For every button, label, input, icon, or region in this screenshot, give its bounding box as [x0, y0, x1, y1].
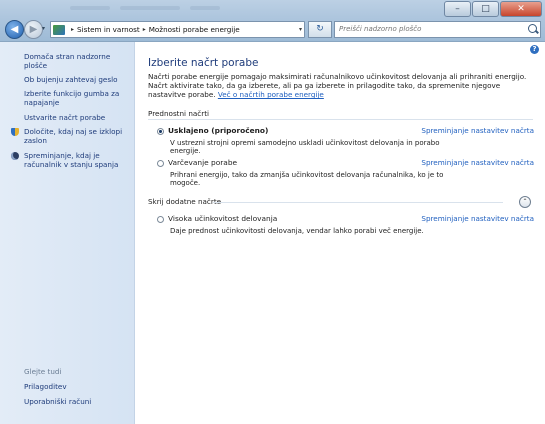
sidebar-link-require-password[interactable]: Ob bujenju zahtevaj geslo	[24, 75, 130, 84]
navigation-bar: ◀ ▶ ▾ ▸ Sistem in varnost ▸ Možnosti por…	[0, 17, 545, 42]
plan-balanced-description: V ustrezni strojni opremi samodejno uskl…	[170, 139, 440, 155]
learn-more-link[interactable]: Več o načrtih porabe energije	[218, 90, 324, 99]
breadcrumb-system-security[interactable]: Sistem in varnost	[77, 25, 140, 34]
intro-text: Načrti porabe energije pomagajo maksimir…	[148, 72, 533, 99]
help-icon[interactable]: ?	[530, 45, 539, 54]
sidebar: Domača stran nadzorne plošče Ob bujenju …	[0, 42, 135, 424]
collapse-chevron-icon[interactable]: ⌃	[519, 196, 531, 208]
moon-icon	[11, 152, 19, 160]
sidebar-link-sleep[interactable]: Spreminjanje, kdaj je računalnik v stanj…	[24, 151, 130, 169]
minimize-button[interactable]: –	[444, 1, 471, 17]
intro-body: Načrti porabe energije pomagajo maksimir…	[148, 72, 527, 99]
breadcrumb-power-options[interactable]: Možnosti porabe energije	[149, 25, 240, 34]
hide-additional-plans-label[interactable]: Skrij dodatne načrte	[148, 197, 221, 206]
divider	[148, 119, 533, 120]
address-dropdown-icon[interactable]: ▾	[299, 22, 302, 37]
plan-high-performance-description: Daje prednost učinkovitosti delovanja, v…	[170, 227, 424, 235]
search-input[interactable]	[335, 22, 519, 35]
search-icon[interactable]	[528, 24, 537, 33]
recent-pages-dropdown[interactable]: ▾	[42, 25, 45, 32]
control-panel-window: – □ ✕ ◀ ▶ ▾ ▸ Sistem in varnost ▸ Možnos…	[0, 0, 545, 424]
see-also-heading: Glejte tudi	[24, 367, 62, 376]
glass-reflection	[70, 3, 390, 10]
control-panel-icon	[53, 24, 65, 35]
caption-buttons: – □ ✕	[443, 1, 542, 17]
title-bar: – □ ✕	[0, 0, 545, 17]
sidebar-link-personalization[interactable]: Prilagoditev	[24, 382, 130, 391]
plan-balanced-radio[interactable]	[157, 128, 164, 135]
sidebar-link-user-accounts[interactable]: Uporabniški računi	[24, 397, 130, 406]
plan-high-performance-settings-link[interactable]: Spreminjanje nastavitev načrta	[421, 214, 534, 223]
close-button[interactable]: ✕	[500, 1, 542, 17]
maximize-button[interactable]: □	[472, 1, 499, 17]
back-button[interactable]: ◀	[5, 20, 24, 39]
main-content: ? Izberite načrt porabe Načrti porabe en…	[135, 42, 545, 424]
plan-power-saver-settings-link[interactable]: Spreminjanje nastavitev načrta	[421, 158, 534, 167]
plan-power-saver-name[interactable]: Varčevanje porabe	[168, 158, 237, 167]
plan-power-saver-radio[interactable]	[157, 160, 164, 167]
forward-button[interactable]: ▶	[24, 20, 43, 39]
breadcrumb-separator[interactable]: ▸	[143, 26, 146, 33]
plan-high-performance-name[interactable]: Visoka učinkovitost delovanja	[168, 214, 277, 223]
plan-balanced-settings-link[interactable]: Spreminjanje nastavitev načrta	[421, 126, 534, 135]
sidebar-link-power-button[interactable]: Izberite funkcijo gumba za napajanje	[24, 89, 130, 107]
sidebar-home-link[interactable]: Domača stran nadzorne plošče	[24, 52, 130, 70]
search-box	[334, 21, 541, 38]
page-title: Izberite načrt porabe	[148, 57, 259, 69]
address-bar[interactable]: ▸ Sistem in varnost ▸ Možnosti porabe en…	[50, 21, 305, 38]
refresh-button[interactable]: ↻	[308, 21, 332, 38]
plan-high-performance-radio[interactable]	[157, 216, 164, 223]
sidebar-link-create-plan[interactable]: Ustvarite načrt porabe	[24, 113, 130, 122]
preferred-plans-label: Prednostni načrti	[148, 109, 210, 118]
plan-balanced-name[interactable]: Usklajeno (priporočeno)	[168, 126, 268, 135]
sidebar-link-display-off[interactable]: Določite, kdaj naj se izklopi zaslon	[24, 127, 130, 145]
shield-icon	[11, 128, 19, 136]
breadcrumb-separator[interactable]: ▸	[71, 26, 74, 33]
plan-power-saver-description: Prihrani energijo, tako da zmanjša učink…	[170, 171, 444, 187]
divider	[213, 202, 503, 203]
